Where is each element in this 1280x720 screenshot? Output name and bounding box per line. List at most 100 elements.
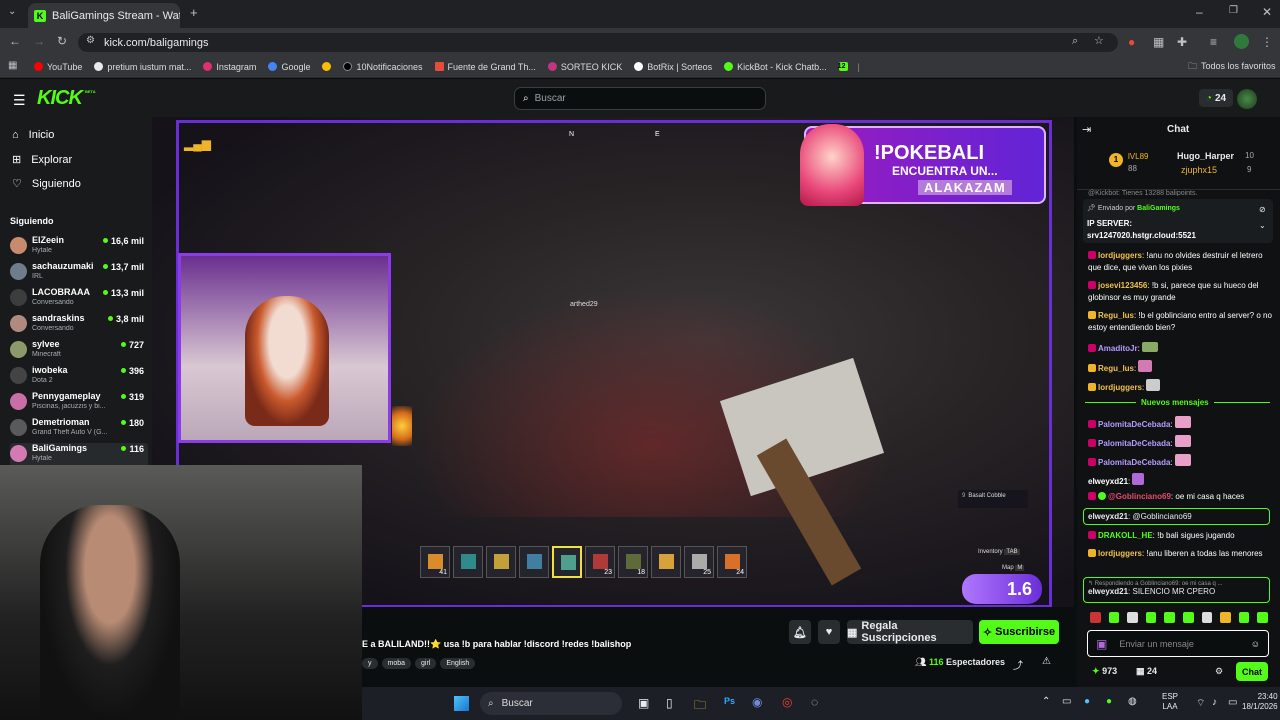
tray-icon[interactable]: ▭ (1062, 696, 1071, 707)
taskbar-search[interactable]: ⌕ Buscar (480, 692, 622, 715)
bookmark-star-icon[interactable]: ☆ (1094, 36, 1104, 47)
subscribe-button[interactable]: ✧ Suscribirse (979, 620, 1059, 644)
chrome-icon[interactable]: ◎ (782, 695, 792, 709)
bookmark-kickbot[interactable]: KickBot - Kick Chatb... (724, 62, 827, 72)
nav-explorar[interactable]: ⊞ Explorar (12, 153, 72, 167)
chat-gifts[interactable]: ▦ 24 (1136, 666, 1157, 677)
chat-identity-icon[interactable]: ▣ (1096, 637, 1107, 651)
clock[interactable]: 23:40 18/1/2026 (1242, 692, 1278, 712)
minimize-icon[interactable]: – (1196, 6, 1203, 18)
emote-icon[interactable] (1164, 612, 1175, 623)
following-item[interactable]: iwobeka Dota 2 396 (10, 365, 148, 389)
tray-icon[interactable]: ◍ (1128, 696, 1137, 707)
tag[interactable]: English (440, 658, 476, 669)
volume-icon[interactable]: ♪ (1212, 697, 1217, 708)
bookmark-botrix[interactable]: BotRix | Sorteos (634, 62, 712, 72)
bookmark-unnamed[interactable] (322, 62, 332, 71)
profile-avatar[interactable] (1234, 34, 1249, 49)
gift-subs-button[interactable]: ▦ Regala Suscripciones (847, 620, 973, 644)
bookmark-google[interactable]: Google (268, 62, 310, 72)
app-icon[interactable]: ◌ (811, 695, 818, 709)
following-item[interactable]: Demetrioman Grand Theft Auto V (G... 180 (10, 417, 148, 441)
expand-chevron-icon[interactable]: ⌄ (1259, 221, 1266, 230)
restore-icon[interactable]: ❐ (1229, 6, 1238, 16)
forward-icon[interactable]: → (33, 35, 45, 47)
hamburger-menu-icon[interactable]: ☰ (13, 92, 26, 109)
nav-inicio[interactable]: ⌂ Inicio (12, 129, 54, 141)
all-favorites[interactable]: 🗀 Todos los favoritos (1188, 61, 1276, 71)
notification-bell-button[interactable]: 🔔︎ (789, 620, 811, 644)
emote-icon[interactable] (1257, 612, 1268, 623)
zoom-icon[interactable]: ⌕ (1072, 36, 1078, 47)
new-tab-icon[interactable]: + (190, 6, 198, 19)
extension-red-icon[interactable]: ● (1128, 36, 1135, 48)
bookmark-gta-source[interactable]: Fuente de Grand Th... (434, 62, 536, 72)
puzzle-icon[interactable]: ✚ (1177, 36, 1187, 48)
emote-icon[interactable] (1220, 612, 1231, 623)
following-item[interactable]: LACOBRAAA Conversando 13,3 mil (10, 287, 148, 311)
bookmark-pretium[interactable]: pretium iustum mat... (94, 62, 191, 72)
bookmark-12[interactable]: 12 (838, 62, 848, 71)
tray-icon[interactable]: ● (1106, 696, 1112, 707)
tray-icon[interactable]: ● (1084, 696, 1090, 707)
report-icon[interactable]: ⚠ (1042, 656, 1051, 667)
tab-list-chevron-icon[interactable]: ⌄ (8, 7, 16, 17)
nav-siguiendo[interactable]: ♡ Siguiendo (12, 177, 81, 191)
user-avatar[interactable] (1237, 89, 1257, 109)
following-item-active[interactable]: BaliGamings Hytale 116 (10, 443, 148, 467)
chat-points[interactable]: ✦ 973 (1092, 666, 1117, 677)
following-item[interactable]: sandraskins Conversando 3,8 mil (10, 313, 148, 337)
tray-chevron-icon[interactable]: ⌃ (1042, 696, 1050, 707)
collapse-chat-icon[interactable]: ⇥ (1082, 123, 1091, 136)
kick-logo[interactable]: KICK (37, 87, 83, 110)
emote-icon[interactable] (1145, 612, 1157, 623)
apps-grid-icon[interactable]: ▦ (8, 61, 17, 71)
app-icon[interactable]: ▯ (666, 696, 673, 710)
windows-start-icon[interactable] (454, 696, 469, 711)
emote-icon[interactable] (1127, 612, 1138, 623)
browser-tab[interactable]: K BaliGamings Stream - Wat 🔊 ✕ (28, 3, 180, 28)
search-input[interactable]: ⌕ Buscar (514, 87, 766, 110)
following-item[interactable]: Pennygameplay Piscinas, jacuzzis y bi... 3… (10, 391, 148, 415)
share-icon[interactable]: ⤴ (1013, 657, 1023, 672)
emote-icon[interactable] (1090, 612, 1101, 623)
file-explorer-icon[interactable]: 🗀 (694, 696, 706, 717)
emote-icon[interactable] (1108, 612, 1120, 623)
following-item[interactable]: ElZeein Hytale 16,6 mil (10, 235, 148, 259)
chat-send-button[interactable]: Chat (1236, 662, 1268, 681)
emote-icon[interactable] (1182, 612, 1194, 623)
tag[interactable]: girl (415, 658, 437, 669)
media-icon[interactable]: ≡ (1210, 36, 1217, 48)
tag[interactable]: y (362, 658, 378, 669)
following-item[interactable]: sachauzumaki IRL 13,7 mil (10, 261, 148, 285)
bookmark-x-notificaciones[interactable]: 10Notificaciones (343, 62, 423, 72)
following-item[interactable]: sylvee Minecraft 727 (10, 339, 148, 363)
unpin-icon[interactable]: ⊘ (1259, 205, 1266, 214)
emoji-icon[interactable]: ☺ (1251, 639, 1260, 649)
follow-heart-button[interactable]: ♥ (818, 620, 840, 644)
emote-icon[interactable] (1201, 612, 1213, 623)
tab-title: BaliGamings Stream - Wat (52, 9, 180, 22)
bookmark-youtube[interactable]: YouTube (34, 62, 82, 72)
back-icon[interactable]: ← (9, 35, 21, 47)
discord-icon[interactable]: ◉ (752, 695, 762, 709)
extension-icon[interactable]: ▦ (1153, 36, 1164, 48)
emote-icon[interactable] (1238, 612, 1250, 623)
url-field[interactable]: ⚙ kick.com/baligamings ⌕ ☆ (78, 33, 1118, 52)
pinned-message[interactable]: 📌︎ Enviado por BaliGamings IP SERVER: sr… (1083, 199, 1273, 243)
browser-menu-icon[interactable]: ⋮ (1261, 36, 1273, 48)
chat-input[interactable]: ▣ Enviar un mensaje ☺ (1087, 630, 1269, 657)
bookmark-instagram[interactable]: Instagram (203, 62, 256, 72)
chat-settings-icon[interactable]: ⚙ (1215, 666, 1223, 677)
battery-icon[interactable]: ▭ (1228, 697, 1237, 708)
window-close-icon[interactable]: ✕ (1262, 6, 1272, 18)
site-info-icon[interactable]: ⚙ (86, 36, 95, 46)
photoshop-icon[interactable]: Ps (724, 696, 735, 706)
tag[interactable]: moba (381, 658, 412, 669)
reload-icon[interactable]: ↻ (57, 35, 67, 47)
kick-points-badge[interactable]: ◔ 24 (1199, 89, 1233, 107)
network-icon[interactable]: ⌔ (1196, 697, 1205, 710)
language-indicator[interactable]: ESP LAA (1162, 692, 1178, 712)
bookmark-sorteo-kick[interactable]: SORTEO KICK (547, 62, 622, 72)
task-view-icon[interactable]: ▣ (638, 696, 649, 710)
